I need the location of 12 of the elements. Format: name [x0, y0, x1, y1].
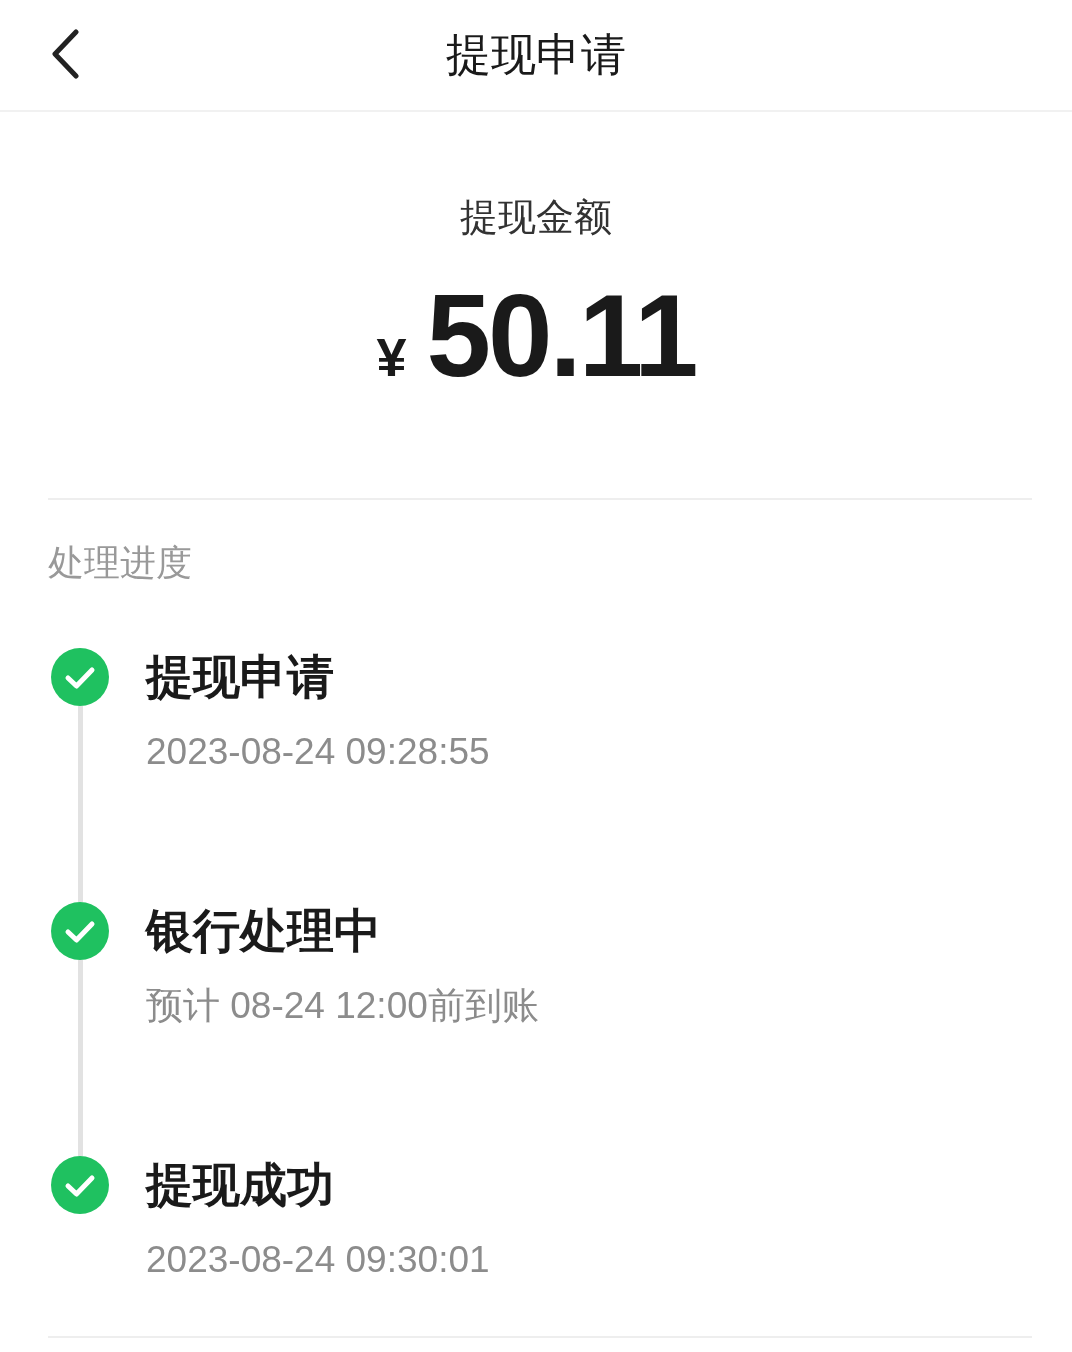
step-title: 提现成功: [146, 1157, 334, 1213]
back-icon: [50, 29, 80, 79]
step-detail: 预计 08-24 12:00前到账: [146, 984, 539, 1028]
step-detail: 2023-08-24 09:28:55: [146, 730, 490, 774]
step-title: 提现申请: [146, 649, 334, 705]
amount-label: 提现金额: [460, 195, 612, 240]
section-title: 处理进度: [48, 541, 192, 585]
currency-symbol: ¥: [376, 330, 407, 384]
page-title: 提现申请: [446, 28, 626, 82]
step-detail: 2023-08-24 09:30:01: [146, 1238, 490, 1282]
amount-value: 50.11: [426, 278, 696, 394]
step-title: 银行处理中: [146, 903, 381, 959]
